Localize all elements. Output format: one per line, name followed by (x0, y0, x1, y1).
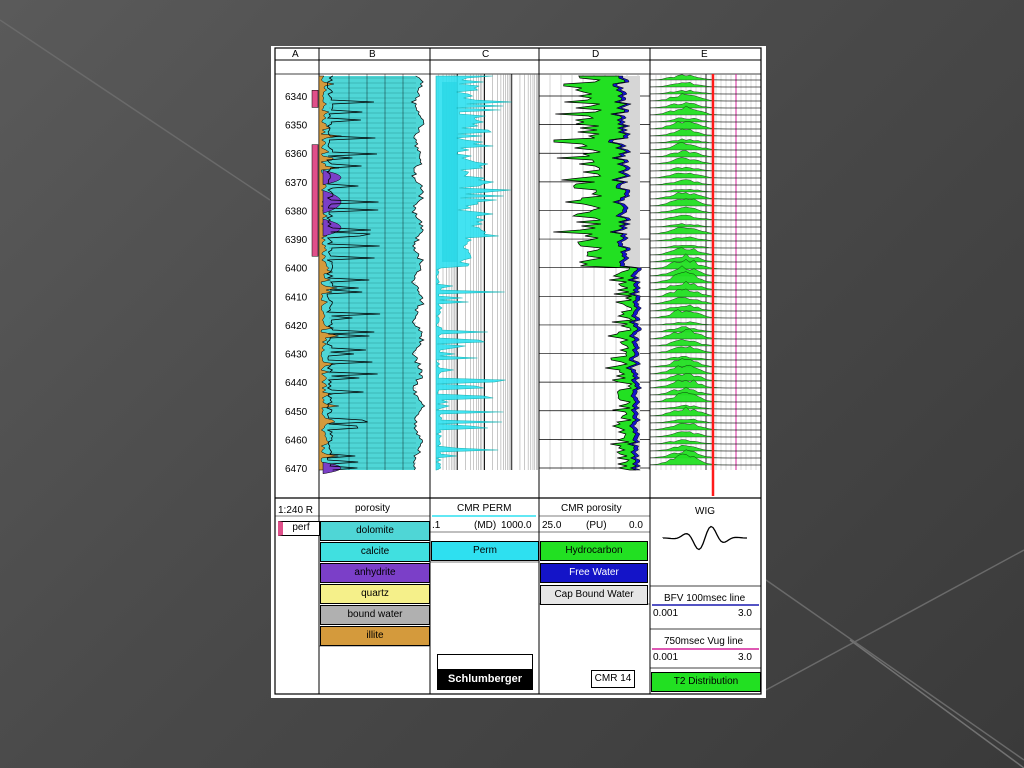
depth-label-6410: 6410 (285, 292, 308, 303)
t2-distribution-wave (649, 339, 761, 347)
vug-title: 750msec Vug line (664, 636, 744, 647)
t2-distribution-wave (649, 128, 761, 137)
cmr-perm-title: CMR PERM (457, 503, 512, 514)
t2-distribution-wave (649, 82, 761, 88)
t2-distribution-wave (649, 189, 761, 193)
t2-distribution-wave (649, 138, 761, 144)
bfv-scale-left: 0.001 (653, 608, 679, 619)
t2-distribution-wave (649, 356, 761, 361)
depth-label-6340: 6340 (285, 92, 308, 103)
free-water-legend: Free Water (540, 563, 648, 583)
perm-scale-unit: (MD) (474, 520, 497, 531)
t2-distribution-wave (649, 271, 761, 284)
track-header-a: A (292, 49, 299, 60)
t2-distribution-wave (649, 304, 761, 312)
lithology-calcite: calcite (320, 542, 430, 562)
wig-title: WIG (695, 506, 715, 517)
scale-label: 1:240 R (278, 505, 314, 516)
t2-distribution-wave (649, 404, 761, 410)
t2-distribution-wave (649, 117, 761, 123)
lithology-illite: illite (320, 626, 430, 646)
depth-label-6450: 6450 (285, 407, 308, 418)
t2-distribution-wave (649, 386, 761, 396)
t2-distribution-wave (649, 227, 761, 235)
perf-legend: perf (278, 521, 320, 536)
hydrocarbon-legend: Hydrocarbon (540, 541, 648, 561)
lithology-dolomite: dolomite (320, 521, 430, 541)
vug-scale-right: 3.0 (738, 652, 752, 663)
logo-box: Schlumberger (437, 654, 533, 690)
t2-distribution-wave (649, 172, 761, 179)
t2-distribution-wave (649, 206, 761, 214)
bfv-title: BFV 100msec line (664, 593, 746, 604)
t2-distribution-wave (649, 245, 761, 249)
t2-distribution-wave (649, 198, 761, 207)
t2-distribution-wave (649, 321, 761, 326)
depth-label-6380: 6380 (285, 206, 308, 217)
depth-label-6440: 6440 (285, 378, 308, 389)
depth-label-6350: 6350 (285, 121, 308, 132)
perm-scale-left: .1 (432, 520, 441, 531)
t2-distribution-legend: T2 Distribution (651, 672, 761, 692)
lithology-quartz: quartz (320, 584, 430, 604)
t2-distribution-wave (649, 150, 761, 158)
t2-distribution-wave (649, 422, 761, 431)
schlumberger-logo: Schlumberger (438, 669, 532, 689)
t2-distribution-wave (649, 297, 761, 305)
t2-distribution-wave (649, 121, 761, 130)
track-header-c: C (482, 49, 490, 60)
track-header-b: B (369, 49, 376, 60)
track-header-d: D (592, 49, 600, 60)
cap-bound-water-legend: Cap Bound Water (540, 585, 648, 605)
t2-distribution-wave (649, 346, 761, 354)
t2-distribution-wave (649, 102, 761, 109)
lithology-bound-water: bound water (320, 605, 430, 625)
t2-distribution-wave (649, 373, 761, 382)
por-scale-unit: (PU) (586, 520, 607, 531)
depth-label-6460: 6460 (285, 435, 308, 446)
porosity-title: porosity (355, 503, 391, 514)
t2-distribution-wave (649, 166, 761, 172)
t2-distribution-wave (649, 223, 761, 228)
t2-distribution-wave (649, 214, 761, 221)
depth-label-6360: 6360 (285, 149, 308, 160)
depth-label-6400: 6400 (285, 264, 308, 275)
t2-distribution-wave (649, 74, 761, 81)
depth-label-6390: 6390 (285, 235, 308, 246)
wig-wavelet (662, 525, 748, 551)
t2-distribution-wave (649, 247, 761, 256)
bfv-scale-right: 3.0 (738, 608, 752, 619)
por-scale-left: 25.0 (542, 520, 562, 531)
t2-distribution-wave (649, 192, 761, 200)
t2-distribution-wave (649, 431, 761, 438)
t2-distribution-wave (649, 439, 761, 445)
t2-distribution-wave (649, 89, 761, 95)
cmr-porosity-title: CMR porosity (561, 503, 622, 514)
track-header-e: E (701, 49, 708, 60)
depth-label-6430: 6430 (285, 350, 308, 361)
t2-distribution-wave (649, 236, 761, 242)
perf-marker (311, 144, 319, 257)
t2-distribution-wave (649, 141, 761, 151)
por-scale-right: 0.0 (629, 520, 643, 531)
perm-scale-right: 1000.0 (501, 520, 532, 531)
vug-scale-left: 0.001 (653, 652, 679, 663)
t2-distribution-wave (649, 157, 761, 165)
t2-distribution-wave (649, 418, 761, 424)
tool-label: CMR 14 (591, 670, 635, 688)
lithology-anhydrite: anhydrite (320, 563, 430, 583)
t2-distribution-wave (649, 326, 761, 333)
depth-label-6470: 6470 (285, 464, 308, 475)
t2-distribution-wave (649, 93, 761, 102)
cmr-log-plot: 6340 6350 6360 6370 6380 6390 6400 6410 6420 6430… (271, 46, 766, 698)
depth-label-6420: 6420 (285, 321, 308, 332)
perm-legend: Perm (431, 541, 539, 561)
depth-label-6370: 6370 (285, 178, 308, 189)
perf-marker (311, 90, 319, 108)
t2-distribution-wave (649, 444, 761, 452)
t2-distribution-wave (649, 179, 761, 186)
